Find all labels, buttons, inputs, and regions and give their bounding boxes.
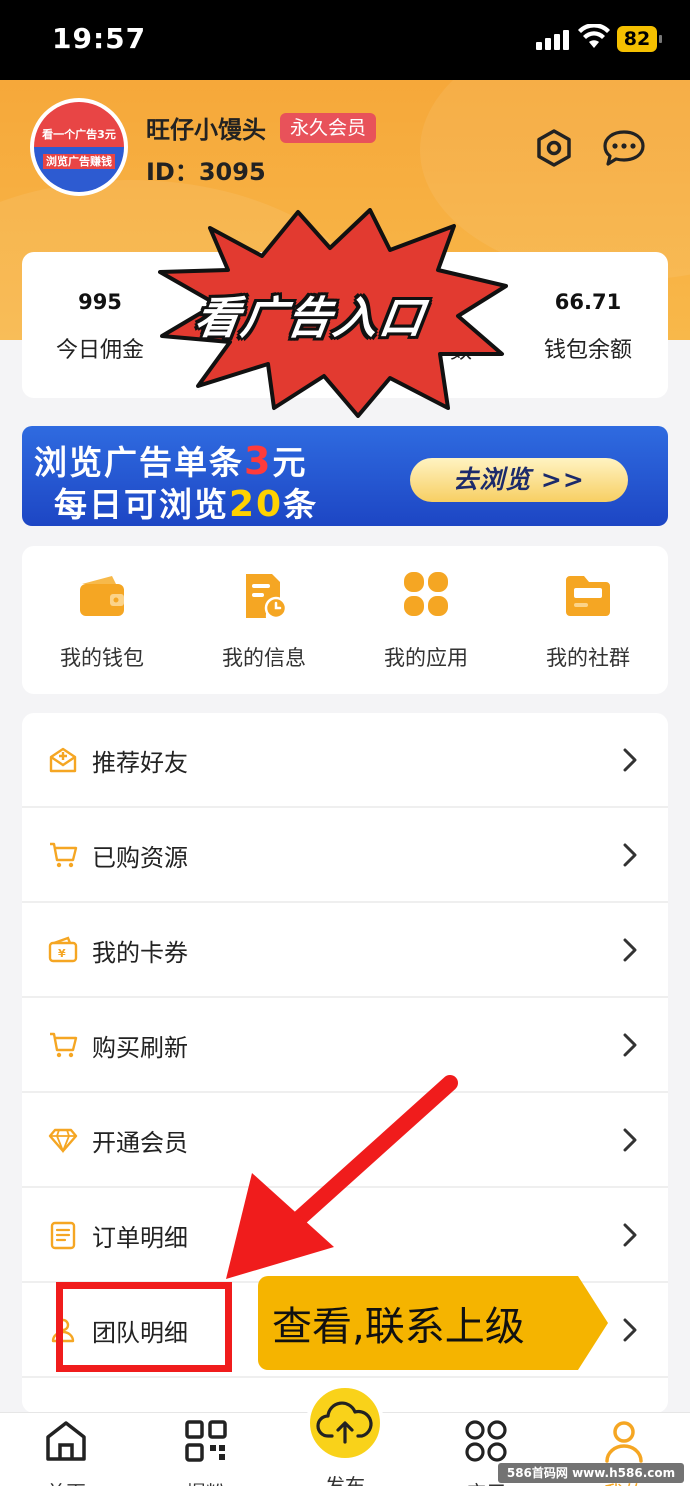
banner-line2: 每日可浏览 — [54, 485, 229, 524]
grid-label: 我的钱包 — [60, 646, 144, 670]
grid-item-info[interactable]: 我的信息 — [184, 572, 344, 672]
publish-button[interactable] — [306, 1384, 384, 1462]
annotation-callout-text: 查看,联系上级 — [272, 1304, 525, 1350]
quick-actions-grid: 我的钱包 我的信息 我的应用 我的社群 — [22, 546, 668, 694]
cart-icon — [50, 842, 78, 868]
grid-item-community[interactable]: 我的社群 — [508, 572, 668, 672]
grid-item-apps[interactable]: 我的应用 — [346, 572, 506, 672]
grid-label: 我的社群 — [546, 646, 630, 670]
banner-price: 3 — [244, 439, 273, 483]
diamond-icon — [48, 1128, 78, 1154]
menu-item-purchased[interactable]: 已购资源 — [22, 808, 668, 903]
chevron-right-icon — [623, 1223, 637, 1247]
home-icon — [46, 1421, 86, 1461]
stat-commission[interactable]: 995 今日佣金 — [20, 290, 180, 364]
annotation-highlight-box — [56, 1282, 232, 1372]
menu-item-invite[interactable]: 推荐好友 — [22, 713, 668, 808]
chevron-right-icon — [623, 1033, 637, 1057]
banner-unit: 元 — [272, 443, 308, 482]
status-time: 19:57 — [52, 22, 147, 55]
go-browse-button[interactable]: 去浏览 >> — [410, 458, 628, 502]
chevron-right-icon — [623, 938, 637, 962]
avatar-text-bottom: 浏览广告赚钱 — [43, 154, 115, 169]
member-badge: 永久会员 — [280, 113, 377, 143]
status-bar: 19:57 82 — [0, 0, 690, 80]
info-doc-icon — [246, 574, 288, 620]
tab-fans[interactable]: 爆粉 — [156, 1419, 256, 1486]
publish-label: 发布 — [325, 1474, 365, 1486]
stat-wallet-balance[interactable]: 66.71 钱包余额 — [508, 290, 668, 364]
stat-value: 995 — [78, 290, 122, 314]
grid-label: 我的应用 — [384, 646, 468, 670]
menu-label: 订单明细 — [92, 1224, 188, 1252]
tab-home[interactable]: 首页 — [16, 1419, 116, 1486]
svg-text:¥: ¥ — [58, 947, 66, 960]
tab-label: 爆粉 — [156, 1477, 256, 1486]
wallet-icon — [80, 576, 124, 616]
battery-indicator: 82 — [617, 26, 662, 52]
banner-count-unit: 条 — [283, 485, 319, 524]
menu-label: 已购资源 — [92, 844, 188, 872]
upload-cloud-icon — [316, 1401, 373, 1444]
annotation-arrow — [226, 1075, 458, 1279]
menu-label: 购买刷新 — [92, 1034, 188, 1062]
menu-item-coupons[interactable]: ¥ 我的卡券 — [22, 903, 668, 998]
banner-line1: 浏览广告单条 — [34, 443, 244, 482]
avatar-text-top: 看一个广告3元 — [34, 102, 124, 147]
wifi-icon — [578, 24, 610, 48]
chevron-right-icon — [623, 748, 637, 772]
message-icon[interactable] — [602, 128, 646, 168]
avatar[interactable]: 看一个广告3元 浏览广告赚钱 — [30, 98, 128, 196]
settings-icon[interactable] — [534, 128, 574, 168]
chevron-right-icon — [623, 843, 637, 867]
stat-label: 钱包余额 — [543, 338, 632, 363]
order-icon — [50, 1221, 76, 1250]
cart-icon — [50, 1032, 78, 1058]
invite-icon — [49, 747, 77, 773]
coupon-icon: ¥ — [48, 936, 78, 963]
grid-item-wallet[interactable]: 我的钱包 — [22, 572, 182, 672]
menu-label: 开通会员 — [92, 1129, 188, 1157]
banner-count: 20 — [229, 484, 284, 525]
watermark: 586首码网 www.h586.com — [498, 1463, 684, 1483]
qr-icon — [185, 1420, 227, 1462]
chevron-right-icon — [623, 1128, 637, 1152]
chevron-right-icon — [623, 1318, 637, 1342]
signal-icon — [536, 28, 572, 50]
ad-entry-text: 看广告入口 — [191, 293, 429, 344]
folder-icon — [566, 576, 610, 616]
stat-value: 66.71 — [554, 290, 622, 314]
menu-label: 我的卡券 — [92, 939, 188, 967]
grid-label: 我的信息 — [222, 646, 306, 670]
stat-label: 今日佣金 — [55, 338, 144, 363]
menu-label: 推荐好友 — [92, 749, 188, 777]
user-id: ID：3095 — [146, 158, 266, 186]
username: 旺仔小馒头 — [146, 116, 266, 144]
apps-icon — [404, 572, 448, 616]
apps-outline-icon — [465, 1420, 507, 1462]
browse-ads-banner[interactable]: 浏览广告单条3元 每日可浏览20条 去浏览 >> — [22, 426, 668, 526]
tab-label: 首页 — [16, 1477, 116, 1486]
user-icon — [605, 1421, 643, 1463]
